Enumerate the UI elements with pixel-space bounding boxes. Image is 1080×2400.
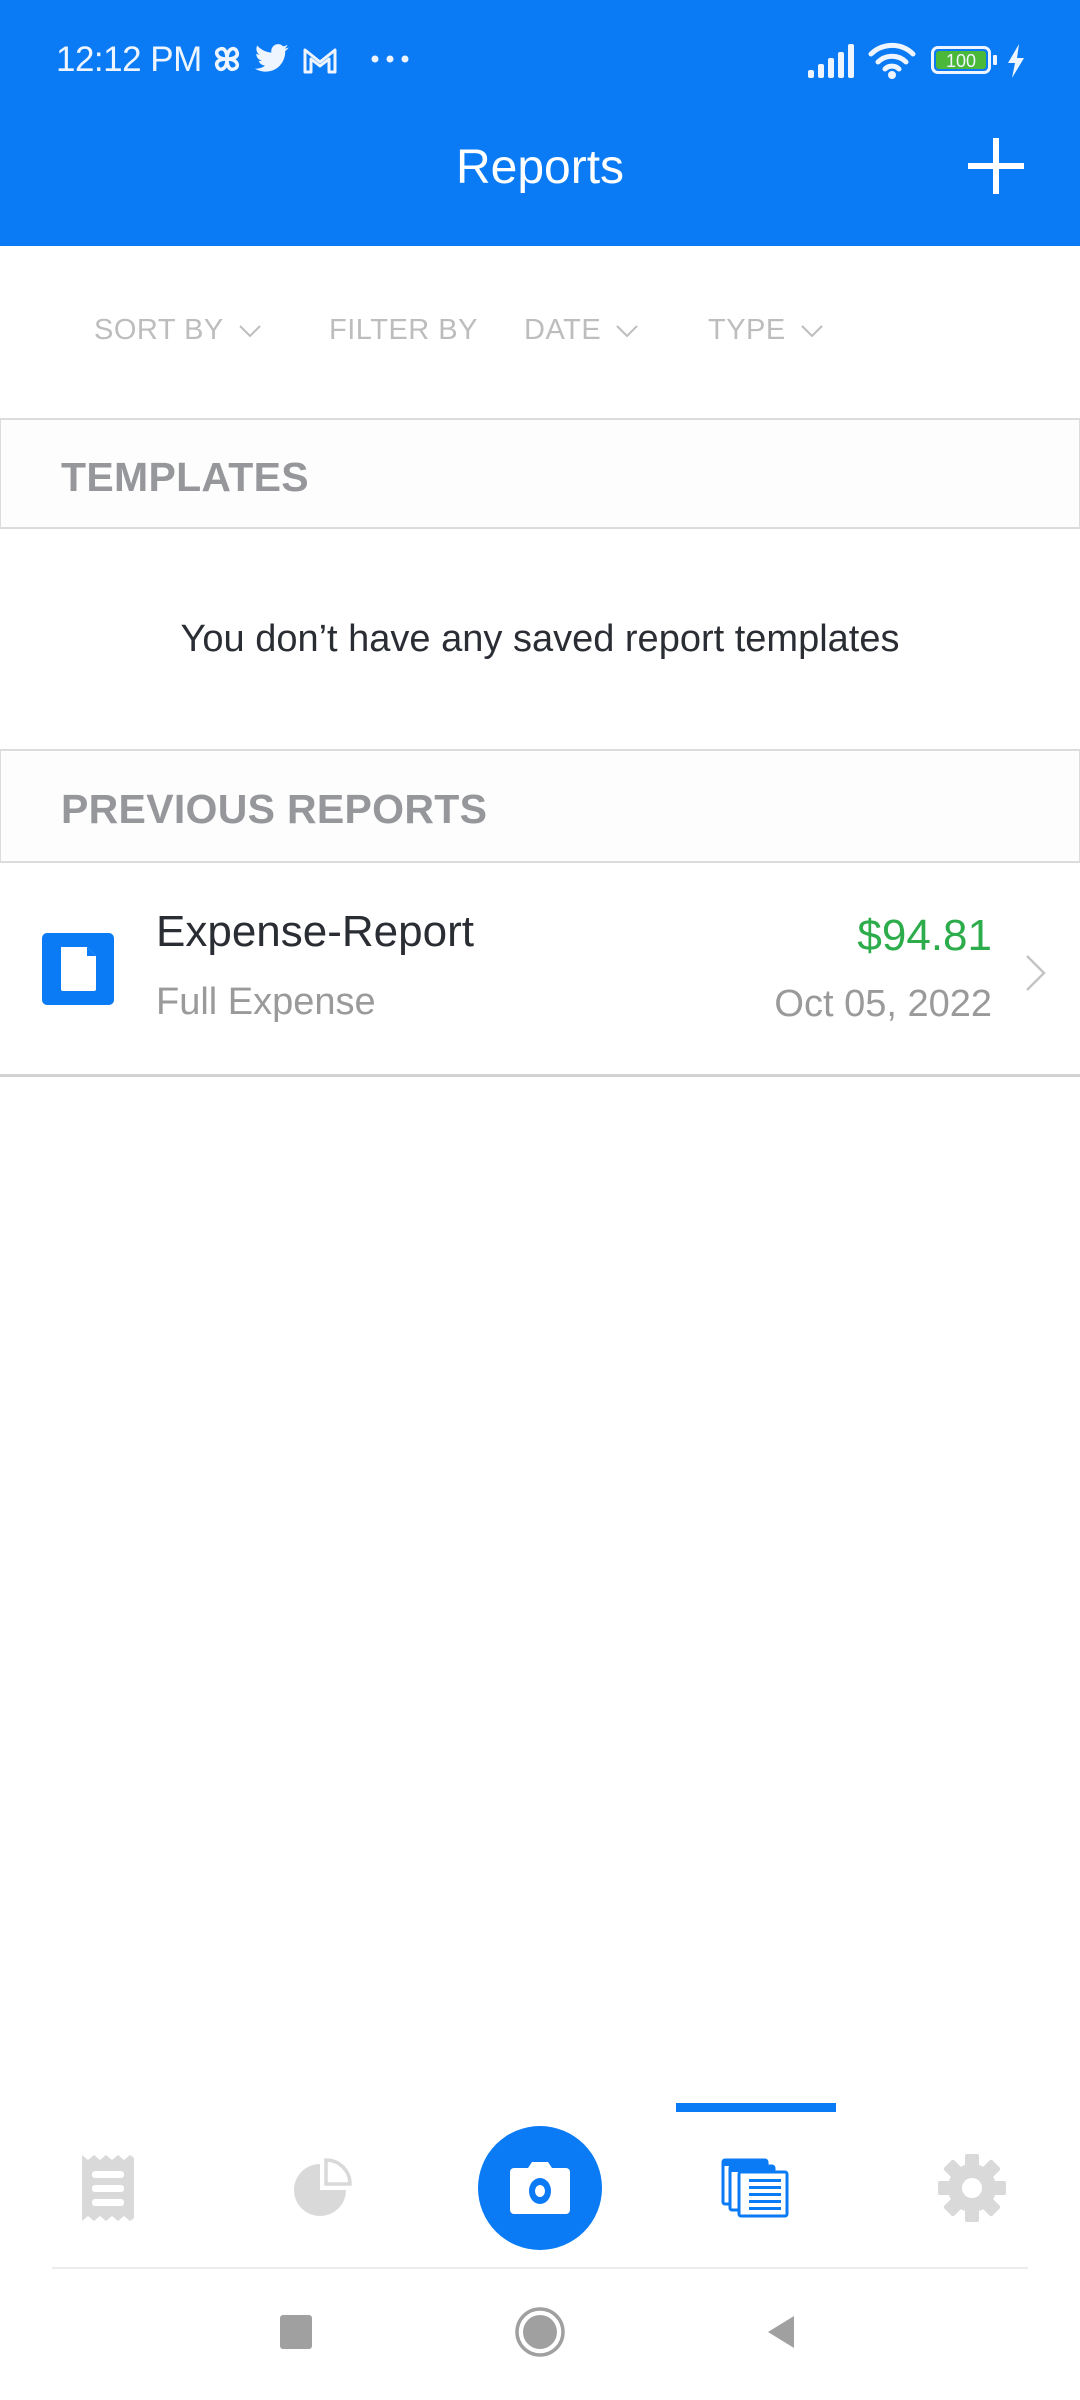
date-filter-dropdown[interactable]: DATE xyxy=(524,314,639,347)
active-tab-indicator xyxy=(676,2103,836,2112)
report-date: Oct 05, 2022 xyxy=(774,983,992,1025)
nav-divider xyxy=(52,2267,1028,2269)
pie-chart-icon xyxy=(294,2158,352,2216)
gear-icon xyxy=(938,2154,1006,2222)
report-name: Expense-Report xyxy=(156,907,474,956)
more-dots-icon xyxy=(371,55,409,63)
back-button[interactable] xyxy=(750,2300,814,2364)
filter-by-label: FILTER BY xyxy=(329,314,478,347)
templates-section-header: TEMPLATES xyxy=(0,418,1080,529)
templates-heading: TEMPLATES xyxy=(61,454,309,500)
camera-icon xyxy=(510,2162,570,2214)
chevron-down-icon xyxy=(616,324,638,337)
sort-by-dropdown[interactable]: SORT BY xyxy=(94,314,262,347)
chevron-right-icon xyxy=(1026,955,1046,991)
templates-empty-message: You don’t have any saved report template… xyxy=(180,618,900,660)
plus-icon xyxy=(968,138,1024,194)
tab-settings[interactable] xyxy=(930,2146,1014,2230)
back-icon xyxy=(768,2316,794,2348)
receipt-icon xyxy=(82,2155,134,2221)
date-filter-label: DATE xyxy=(524,314,602,346)
type-filter-label: TYPE xyxy=(708,314,786,346)
recents-icon xyxy=(280,2315,312,2349)
status-time: 12:12 PM xyxy=(56,40,202,79)
signal-icon xyxy=(808,44,854,78)
chevron-down-icon xyxy=(239,324,261,337)
add-report-button[interactable] xyxy=(960,130,1032,202)
pinwheel-icon xyxy=(214,46,240,72)
type-filter-dropdown[interactable]: TYPE xyxy=(708,314,824,347)
filter-by-text: FILTER BY xyxy=(329,314,478,346)
home-button[interactable] xyxy=(508,2300,572,2364)
report-list-item[interactable] xyxy=(0,863,1080,1077)
app-bar xyxy=(0,0,1080,246)
document-icon xyxy=(42,933,114,1005)
wifi-icon xyxy=(868,42,916,79)
chevron-down-icon xyxy=(801,324,823,337)
tab-reports[interactable] xyxy=(714,2146,798,2230)
battery-icon: 100 xyxy=(931,46,991,74)
home-icon xyxy=(515,2307,565,2357)
battery-level: 100 xyxy=(936,51,986,71)
report-amount: $94.81 xyxy=(857,911,992,960)
tab-camera[interactable] xyxy=(478,2126,602,2250)
sort-by-label: SORT BY xyxy=(94,314,224,346)
battery-tip xyxy=(993,55,997,65)
page-title: Reports xyxy=(455,141,625,194)
previous-reports-heading: PREVIOUS REPORTS xyxy=(61,786,488,832)
recents-button[interactable] xyxy=(264,2300,328,2364)
reports-icon xyxy=(721,2158,789,2218)
charging-icon xyxy=(1008,44,1024,78)
report-type: Full Expense xyxy=(156,981,376,1023)
tab-analytics[interactable] xyxy=(280,2146,364,2230)
tab-receipts[interactable] xyxy=(66,2146,150,2230)
previous-reports-section-header: PREVIOUS REPORTS xyxy=(0,749,1080,863)
gmail-icon xyxy=(303,48,337,74)
twitter-icon xyxy=(254,44,289,72)
